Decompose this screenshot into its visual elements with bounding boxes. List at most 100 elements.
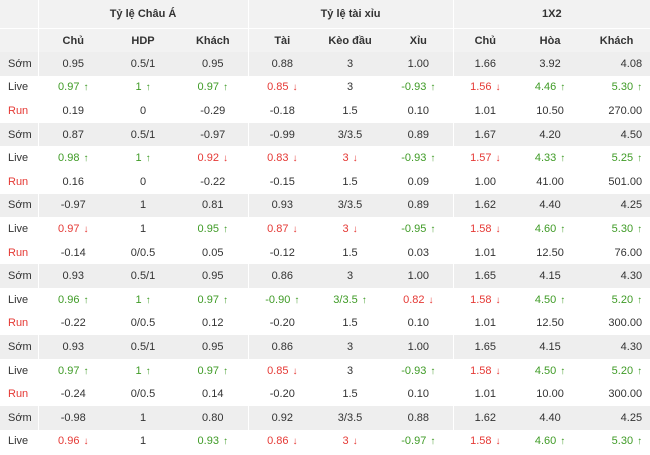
odds-cell: -0.20: [247, 382, 317, 406]
odds-value: 0.10: [407, 388, 429, 401]
odds-value: 1.01: [474, 246, 497, 259]
odds-value: 10.00: [536, 388, 564, 401]
odds-cell: 0.89: [384, 193, 454, 218]
odds-cell: -0.20: [247, 311, 317, 336]
odds-cell: 0: [108, 99, 178, 123]
odds-value: 0.10: [407, 104, 429, 117]
odds-cell: 0.86: [247, 264, 317, 288]
odds-row-som: Sớm -0.98 1 0.80 0.92 3/3.5 0.88 1.62 4.40 4.25: [0, 405, 650, 430]
odds-value: 4.25: [620, 411, 643, 424]
odds-cell: 0.95: [37, 52, 108, 76]
odds-cell: 4.15: [517, 264, 584, 288]
odds-value: -0.93: [401, 152, 427, 165]
arrow-down-icon: ↓: [352, 436, 358, 448]
odds-value: 300.00: [608, 317, 643, 330]
odds-value: 1.5: [342, 317, 358, 330]
arrow-up-icon: ↑: [430, 153, 436, 165]
odds-cell: 0.92 ↓: [178, 146, 248, 170]
odds-value: 1: [139, 222, 147, 235]
odds-value: -0.20: [269, 317, 295, 330]
arrow-up-icon: ↑: [560, 82, 566, 94]
odds-value: 0.83: [267, 152, 289, 165]
odds-cell: 1.00: [384, 264, 454, 288]
row-label: Live: [8, 435, 29, 448]
arrow-down-icon: ↓: [83, 223, 89, 235]
odds-cell: 3: [316, 335, 385, 359]
odds-value: 0.85: [267, 81, 289, 94]
odds-value: 0.97: [197, 364, 219, 377]
arrow-up-icon: ↑: [83, 82, 89, 94]
odds-cell: 0.09: [384, 170, 453, 194]
odds-row-live: Live 0.96 ↓ 1 0.93 ↑ 0.86 ↓ 3 ↓ -0.97 ↑ 1.58 ↓ 4.60 ↑ 5.…: [0, 429, 650, 454]
row-label: Sớm: [0, 122, 38, 147]
arrow-up-icon: ↑: [637, 436, 643, 448]
odds-row-live: Live 0.97 ↑ 1 ↑ 0.97 ↑ 0.85 ↓ 3 -0.93 ↑ 1.58 ↓ 4.50 ↑ 5.…: [0, 358, 650, 383]
odds-value: 0/0.5: [130, 246, 156, 259]
odds-value: 1.5: [342, 104, 358, 117]
odds-value: -0.22: [60, 317, 86, 330]
odds-cell: 1.65: [452, 264, 518, 288]
row-label: Sớm: [0, 264, 38, 288]
odds-cell: 0.5/1: [108, 335, 178, 359]
odds-value: 0.10: [407, 317, 429, 330]
odds-value: 0.89: [407, 128, 429, 141]
odds-cell: 4.40: [517, 405, 584, 430]
odds-value: 0.98: [58, 152, 80, 165]
odds-cell: 12.50: [517, 241, 583, 265]
odds-cell: 1.5: [316, 312, 384, 336]
odds-value: 4.50: [534, 293, 557, 306]
row-label: Sớm: [0, 335, 38, 359]
odds-cell: 1.57 ↓: [452, 146, 518, 170]
odds-value: 0.96: [58, 435, 80, 448]
odds-value: 0.92: [271, 411, 293, 424]
odds-value: 1.01: [474, 104, 497, 117]
odds-cell: 0.93: [37, 335, 108, 359]
odds-value: 0.86: [267, 435, 289, 448]
odds-value: 0.93: [197, 435, 219, 448]
odds-value: 0.80: [202, 411, 224, 424]
odds-value: 0: [139, 104, 147, 117]
odds-cell: 3 ↓: [316, 146, 384, 170]
odds-value: 1.5: [342, 175, 358, 188]
odds-cell: 0.85 ↓: [247, 358, 317, 383]
odds-cell: 1.01: [452, 99, 518, 123]
odds-cell: 3.92: [517, 52, 584, 76]
odds-value: 5.30: [611, 81, 634, 94]
odds-value: 0.95: [197, 222, 219, 235]
odds-cell: 1.00: [452, 169, 518, 194]
odds-cell: 1: [108, 193, 178, 218]
column-header: Hòa: [517, 28, 584, 52]
odds-value: 0.97: [58, 364, 80, 377]
odds-value: 1: [135, 364, 142, 377]
odds-cell: 12.50: [517, 312, 583, 336]
odds-cell: 4.50 ↑: [517, 288, 583, 312]
odds-cell: 0.92: [247, 405, 317, 430]
odds-value: 0.93: [271, 199, 293, 212]
odds-value: 0/0.5: [130, 388, 156, 401]
odds-cell: 0.95 ↑: [178, 217, 248, 241]
odds-cell: -0.29: [178, 99, 248, 123]
odds-value: 1.58: [470, 364, 492, 377]
arrow-down-icon: ↓: [292, 153, 298, 165]
odds-value: 1.5: [342, 388, 358, 401]
odds-cell: 0.10: [384, 312, 453, 336]
arrow-down-icon: ↓: [83, 436, 89, 448]
odds-cell: 4.08: [583, 52, 650, 76]
odds-cell: 1.5: [316, 241, 384, 265]
arrow-up-icon: ↑: [222, 365, 228, 377]
odds-value: -0.24: [60, 388, 86, 401]
corner-cell: [0, 28, 38, 52]
odds-value: 0.93: [62, 340, 84, 353]
odds-value: 4.46: [534, 81, 557, 94]
odds-value: 4.15: [539, 340, 561, 353]
arrow-down-icon: ↓: [352, 223, 358, 235]
odds-value: 10.50: [536, 104, 564, 117]
arrow-down-icon: ↓: [495, 294, 501, 306]
odds-cell: 1.01: [452, 311, 518, 336]
odds-cell: 1.58 ↓: [452, 217, 518, 241]
odds-cell: -0.99: [247, 122, 317, 147]
odds-value: 4.40: [539, 411, 561, 424]
odds-cell: 1.62: [452, 405, 518, 430]
odds-value: 4.60: [534, 222, 557, 235]
odds-cell: 41.00: [517, 170, 583, 194]
